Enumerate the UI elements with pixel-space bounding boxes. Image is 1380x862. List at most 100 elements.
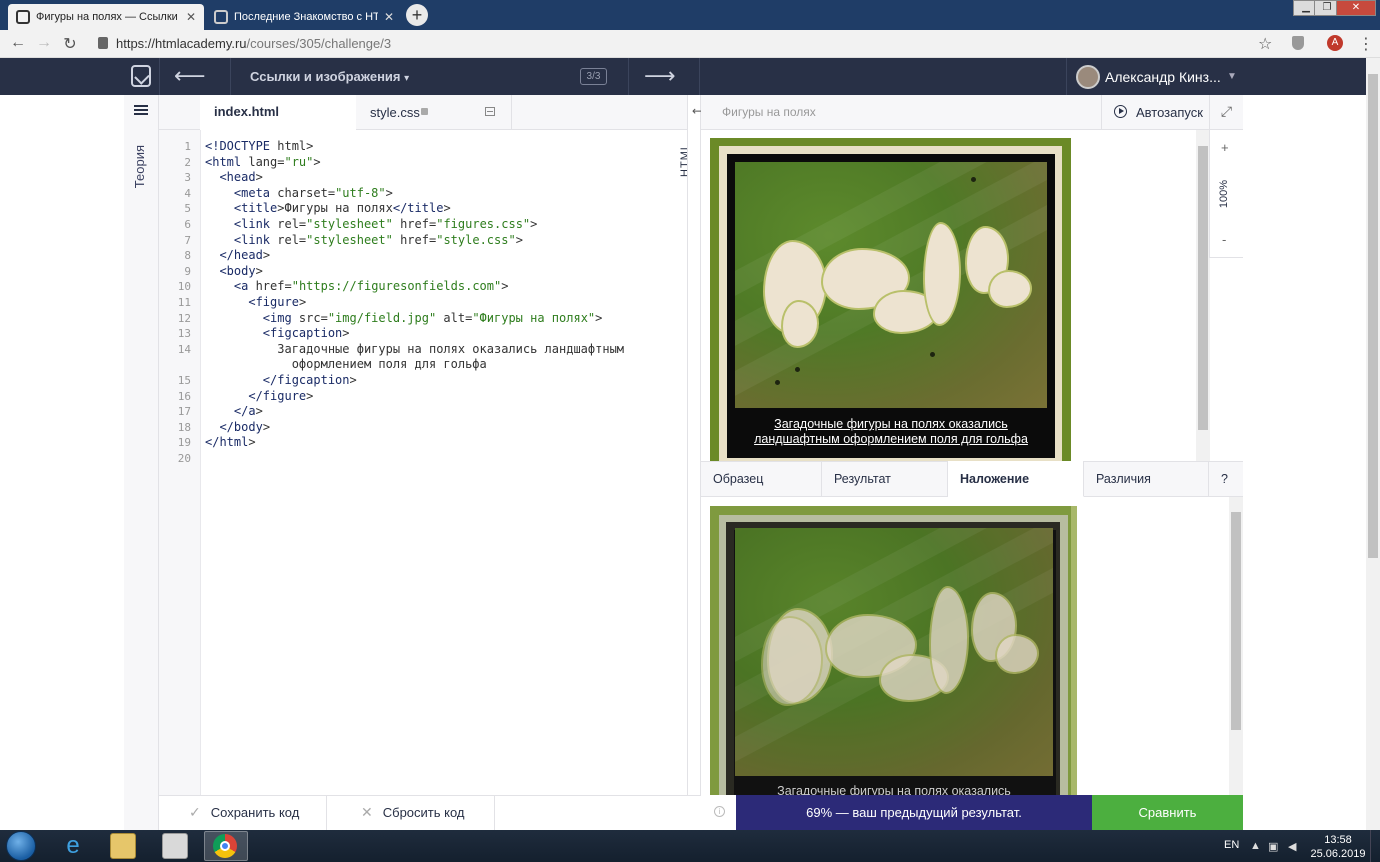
theory-sidebar	[124, 95, 159, 830]
code-line[interactable]: <link rel="stylesheet" href="figures.css…	[205, 217, 624, 233]
code-line[interactable]: </body>	[205, 420, 624, 436]
code-editor[interactable]: <!DOCTYPE html> <html lang="ru"> <head> <…	[205, 139, 624, 466]
code-line[interactable]: </figure>	[205, 389, 624, 405]
zoom-in-button[interactable]: +	[1221, 140, 1229, 155]
code-line[interactable]: <link rel="stylesheet" href="style.css">	[205, 233, 624, 249]
clock-date[interactable]: 25.06.2019	[1310, 848, 1366, 860]
htmlacademy-logo-icon[interactable]	[131, 65, 151, 87]
tray-arrow-icon[interactable]: ▲	[1250, 840, 1261, 852]
zoom-out-button[interactable]: -	[1222, 232, 1226, 247]
hamburger-menu-icon[interactable]	[134, 105, 148, 115]
line-number: 8	[184, 249, 191, 263]
close-window-button[interactable]: ✕	[1336, 0, 1376, 16]
profile-avatar[interactable]: A	[1327, 35, 1343, 51]
page-scrollbar-thumb[interactable]	[1368, 74, 1378, 558]
lesson-title-dropdown[interactable]: Ссылки и изображения ▾	[250, 69, 409, 84]
tab-favicon-icon	[16, 10, 30, 24]
pane-splitter[interactable]	[687, 95, 701, 830]
browser-tab-title: Последние Знакомство с HTML	[234, 11, 378, 23]
browser-menu-icon[interactable]: ⋮	[1358, 34, 1374, 54]
caption-line-1: Загадочные фигуры на полях оказались	[774, 417, 1008, 431]
forward-arrow-icon[interactable]: →	[34, 34, 54, 52]
play-icon	[1114, 105, 1127, 118]
tab-overlay[interactable]: Наложение	[948, 461, 1084, 497]
collapse-panel-icon[interactable]	[485, 107, 495, 116]
reset-code-button[interactable]: ✕ Сбросить код	[327, 795, 495, 830]
overlay-field-image	[735, 528, 1053, 776]
line-number: 4	[184, 186, 191, 200]
code-line[interactable]: </a>	[205, 404, 624, 420]
cross-icon: ✕	[361, 804, 373, 820]
lock-icon[interactable]	[98, 37, 108, 49]
tab-sample[interactable]: Образец	[701, 461, 822, 497]
line-number: 11	[177, 295, 191, 309]
browser-tab-title: Фигуры на полях — Ссылки и и	[36, 11, 180, 23]
tab-differences[interactable]: Различия	[1084, 461, 1209, 497]
code-line[interactable]: <!DOCTYPE html>	[205, 139, 624, 155]
clock-time[interactable]: 13:58	[1318, 834, 1358, 846]
code-line[interactable]: <figcaption>	[205, 326, 624, 342]
theory-tab[interactable]: Теория	[132, 145, 147, 188]
internet-explorer-icon[interactable]: e	[60, 833, 86, 859]
code-line[interactable]: Загадочные фигуры на полях оказались лан…	[205, 342, 624, 358]
info-icon[interactable]: i	[714, 806, 725, 817]
code-line[interactable]: <html lang="ru">	[205, 155, 624, 171]
figcaption-link[interactable]: Загадочные фигуры на полях оказались лан…	[735, 417, 1047, 447]
user-menu-chevron-icon[interactable]: ▼	[1227, 71, 1237, 82]
close-tab-icon[interactable]: ✕	[186, 10, 196, 24]
bookmark-star-icon[interactable]: ☆	[1258, 34, 1272, 54]
language-indicator[interactable]: EN	[1224, 839, 1239, 851]
tab-result[interactable]: Результат	[822, 461, 948, 497]
line-number: 19	[177, 436, 191, 450]
check-icon: ✓	[189, 804, 201, 820]
help-button[interactable]: ?	[1209, 461, 1243, 497]
lesson-title: Ссылки и изображения	[250, 69, 401, 84]
header-divider	[230, 58, 231, 95]
user-avatar[interactable]	[1076, 65, 1100, 89]
line-number: 18	[177, 420, 191, 434]
header-divider	[1066, 58, 1067, 95]
code-line[interactable]: </head>	[205, 248, 624, 264]
expand-icon[interactable]: ⤢	[1209, 95, 1243, 130]
line-number: 9	[184, 264, 191, 278]
show-desktop-button[interactable]	[1370, 830, 1380, 862]
tab-index-html[interactable]: index.html	[200, 95, 356, 130]
line-number: 15	[177, 373, 191, 387]
back-arrow-icon[interactable]: ←	[8, 34, 28, 52]
code-line[interactable]: </figcaption>	[205, 373, 624, 389]
compare-button[interactable]: Сравнить	[1092, 795, 1243, 830]
next-lesson-arrow-icon[interactable]: ⟶	[644, 65, 676, 87]
file-explorer-icon[interactable]	[110, 833, 136, 859]
code-line[interactable]: <figure>	[205, 295, 624, 311]
browser-tab[interactable]: Последние Знакомство с HTML ✕	[206, 4, 402, 30]
close-tab-icon[interactable]: ✕	[384, 10, 394, 24]
code-line[interactable]: <img src="img/field.jpg" alt="Фигуры на …	[205, 311, 624, 327]
code-line[interactable]: </html>	[205, 435, 624, 451]
start-button[interactable]	[6, 831, 36, 861]
network-icon[interactable]: ▣	[1268, 840, 1278, 853]
line-number: 7	[184, 233, 191, 247]
media-player-icon[interactable]	[162, 833, 188, 859]
overlay-scrollbar-thumb[interactable]	[1231, 512, 1241, 730]
user-name[interactable]: Александр Кинз...	[1105, 69, 1221, 85]
code-line[interactable]: <title>Фигуры на полях</title>	[205, 201, 624, 217]
code-line[interactable]: <head>	[205, 170, 624, 186]
save-code-button[interactable]: ✓ Сохранить код	[159, 795, 327, 830]
code-line[interactable]: <body>	[205, 264, 624, 280]
code-line[interactable]: <a href="https://figuresonfields.com">	[205, 279, 624, 295]
code-line[interactable]: <meta charset="utf-8">	[205, 186, 624, 202]
code-line[interactable]: оформлением поля для гольфа	[205, 357, 624, 373]
preview-scrollbar-thumb[interactable]	[1198, 146, 1208, 430]
code-line[interactable]	[205, 451, 624, 467]
golf-field-image[interactable]	[735, 162, 1047, 408]
volume-icon[interactable]: ◀	[1288, 840, 1296, 853]
browser-tab-active[interactable]: Фигуры на полях — Ссылки и и ✕	[8, 4, 204, 30]
url-field[interactable]: https://htmlacademy.ru/courses/305/chall…	[116, 36, 391, 51]
prev-lesson-arrow-icon[interactable]: ⟵	[174, 65, 206, 87]
preview-title: Фигуры на полях	[722, 105, 816, 119]
chrome-icon[interactable]	[213, 834, 237, 858]
reload-icon[interactable]: ↻	[60, 34, 80, 54]
new-tab-button[interactable]: +	[406, 4, 428, 26]
extension-shield-icon[interactable]	[1292, 36, 1304, 50]
url-path: /courses/305/challenge/3	[246, 36, 392, 51]
